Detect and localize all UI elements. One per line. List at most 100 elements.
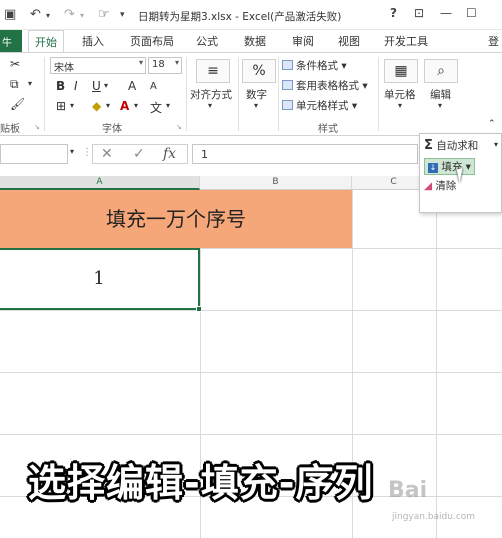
- separator: [238, 57, 239, 131]
- insert-function-button[interactable]: fx: [163, 146, 176, 162]
- tab-developer[interactable]: 开发工具: [384, 33, 428, 49]
- bold-button[interactable]: B: [56, 79, 65, 93]
- alignment-icon[interactable]: ≡: [196, 59, 230, 83]
- title-bar: ▣ ↶ ▾ ↷ ▾ ☞ ▾ 日期转为星期3.xlsx - Excel(产品激活失…: [0, 0, 502, 30]
- formula-bar: ▾ ⋮ ✕ ✓ fx 1: [0, 142, 418, 166]
- name-box-dropdown-icon[interactable]: ▾: [70, 147, 74, 156]
- find-binoculars-icon[interactable]: ⌕: [424, 59, 458, 83]
- save-icon[interactable]: ▣: [4, 7, 16, 22]
- editing-dropdown-icon[interactable]: ▾: [438, 101, 442, 110]
- fill-handle[interactable]: [196, 306, 202, 312]
- grow-font-button[interactable]: A: [128, 79, 136, 93]
- tab-review[interactable]: 审阅: [292, 33, 314, 49]
- alignment-dropdown-icon[interactable]: ▾: [208, 101, 212, 110]
- name-box[interactable]: [0, 144, 68, 164]
- tab-file[interactable]: 牛: [0, 30, 22, 52]
- font-name-value: 宋体: [54, 63, 74, 74]
- watermark: Bai jingyan.baidu.com: [388, 478, 496, 526]
- undo-icon[interactable]: ↶: [30, 7, 41, 22]
- enter-button[interactable]: ✓: [133, 146, 145, 162]
- formula-buttons: ✕ ✓ fx: [92, 144, 188, 164]
- font-name-combo[interactable]: 宋体 ▾: [50, 57, 146, 74]
- clipboard-group-label: 贴板: [0, 124, 20, 135]
- cells-dropdown-icon[interactable]: ▾: [398, 101, 402, 110]
- cell-styles-label: 单元格样式: [296, 100, 349, 112]
- shrink-font-button[interactable]: A: [150, 81, 157, 92]
- copy-dropdown-icon[interactable]: ▾: [28, 79, 32, 88]
- font-launcher-icon[interactable]: ↘: [176, 123, 182, 131]
- help-button[interactable]: ?: [390, 6, 397, 20]
- maximize-button[interactable]: ☐: [466, 6, 477, 20]
- number-dropdown-icon[interactable]: ▾: [254, 101, 258, 110]
- autosum-item[interactable]: Σ 自动求和: [424, 138, 478, 153]
- gridline: [0, 372, 502, 373]
- table-format-icon: [282, 80, 293, 90]
- tab-home[interactable]: 开始: [28, 30, 64, 52]
- cut-icon[interactable]: ✂: [10, 57, 20, 71]
- formula-bar-grip-icon: ⋮: [82, 147, 92, 158]
- separator: [378, 57, 379, 131]
- watermark-url: jingyan.baidu.com: [392, 512, 476, 522]
- conditional-format-label: 条件格式: [296, 60, 338, 72]
- separator: [186, 57, 187, 131]
- title-cell[interactable]: 填充一万个序号: [0, 190, 352, 248]
- touch-mode-icon[interactable]: ☞: [98, 7, 110, 22]
- alignment-button[interactable]: 对齐方式: [190, 87, 232, 102]
- font-color-icon[interactable]: A: [120, 99, 129, 113]
- redo-icon[interactable]: ↷: [64, 7, 75, 22]
- cancel-button[interactable]: ✕: [101, 146, 113, 162]
- cells-icon[interactable]: ▦: [384, 59, 418, 83]
- chevron-down-icon: ▾: [138, 58, 143, 67]
- undo-dropdown-icon[interactable]: ▾: [46, 11, 50, 20]
- italic-button[interactable]: I: [74, 79, 78, 93]
- tab-data[interactable]: 数据: [244, 33, 266, 49]
- cell-styles-button[interactable]: 单元格样式 ▾: [282, 98, 357, 113]
- customize-qat-icon[interactable]: ▾: [120, 10, 125, 20]
- cells-button[interactable]: 单元格: [384, 87, 416, 102]
- underline-button[interactable]: U: [92, 79, 101, 93]
- font-group-label: 字体: [102, 124, 122, 135]
- number-format-button[interactable]: %: [242, 59, 276, 83]
- gridline: [0, 310, 502, 311]
- separator: [44, 57, 45, 131]
- column-header-a[interactable]: A: [0, 176, 200, 190]
- minimize-button[interactable]: —: [440, 6, 452, 20]
- tab-view[interactable]: 视图: [338, 33, 360, 49]
- format-painter-icon[interactable]: 🖌: [10, 97, 25, 111]
- editing-button[interactable]: 编辑: [430, 87, 451, 102]
- conditional-format-button[interactable]: 条件格式 ▾: [282, 58, 347, 73]
- column-header-b[interactable]: B: [200, 176, 352, 190]
- autosum-dropdown-icon[interactable]: ▾: [494, 140, 498, 149]
- table-format-label: 套用表格格式: [296, 80, 359, 92]
- table-format-button[interactable]: 套用表格格式 ▾: [282, 78, 368, 93]
- tab-page-layout[interactable]: 页面布局: [130, 33, 174, 49]
- phonetic-icon[interactable]: 文: [150, 99, 162, 116]
- tab-insert[interactable]: 插入: [82, 33, 104, 49]
- cell-styles-icon: [282, 100, 293, 110]
- ribbon-home: ✂ ⧉ ▾ 🖌 贴板 ↘ 宋体 ▾ 18 ▾ B I U ▾ A A ⊞ ▾ ◆…: [0, 52, 502, 136]
- tab-formulas[interactable]: 公式: [196, 33, 218, 49]
- borders-icon[interactable]: ⊞: [56, 99, 66, 113]
- borders-dropdown-icon[interactable]: ▾: [70, 101, 74, 110]
- chevron-down-icon: ▾: [174, 58, 179, 67]
- ribbon-display-button[interactable]: ⊡: [414, 6, 424, 20]
- ribbon-tabs: 牛 开始 插入 页面布局 公式 数据 审阅 视图 开发工具 登: [0, 30, 502, 52]
- collapse-ribbon-icon[interactable]: ⌃: [488, 119, 496, 129]
- eraser-icon: ◢: [424, 180, 433, 192]
- clipboard-launcher-icon[interactable]: ↘: [34, 123, 40, 131]
- font-size-combo[interactable]: 18 ▾: [148, 57, 182, 74]
- selected-cell-a2[interactable]: 1: [0, 248, 200, 310]
- sign-in-link[interactable]: 登: [488, 33, 499, 49]
- phonetic-dropdown-icon[interactable]: ▾: [166, 101, 170, 110]
- font-color-dropdown-icon[interactable]: ▾: [134, 101, 138, 110]
- copy-icon[interactable]: ⧉: [10, 77, 19, 92]
- fill-down-icon: ↓: [428, 163, 438, 173]
- fill-color-icon[interactable]: ◆: [92, 99, 101, 113]
- redo-dropdown-icon[interactable]: ▾: [80, 11, 84, 20]
- gridline: [0, 434, 502, 435]
- fill-color-dropdown-icon[interactable]: ▾: [106, 101, 110, 110]
- underline-dropdown-icon[interactable]: ▾: [104, 81, 108, 90]
- clear-item[interactable]: ◢ 清除: [424, 178, 456, 193]
- number-button[interactable]: 数字: [246, 87, 267, 102]
- formula-input[interactable]: 1: [192, 144, 418, 164]
